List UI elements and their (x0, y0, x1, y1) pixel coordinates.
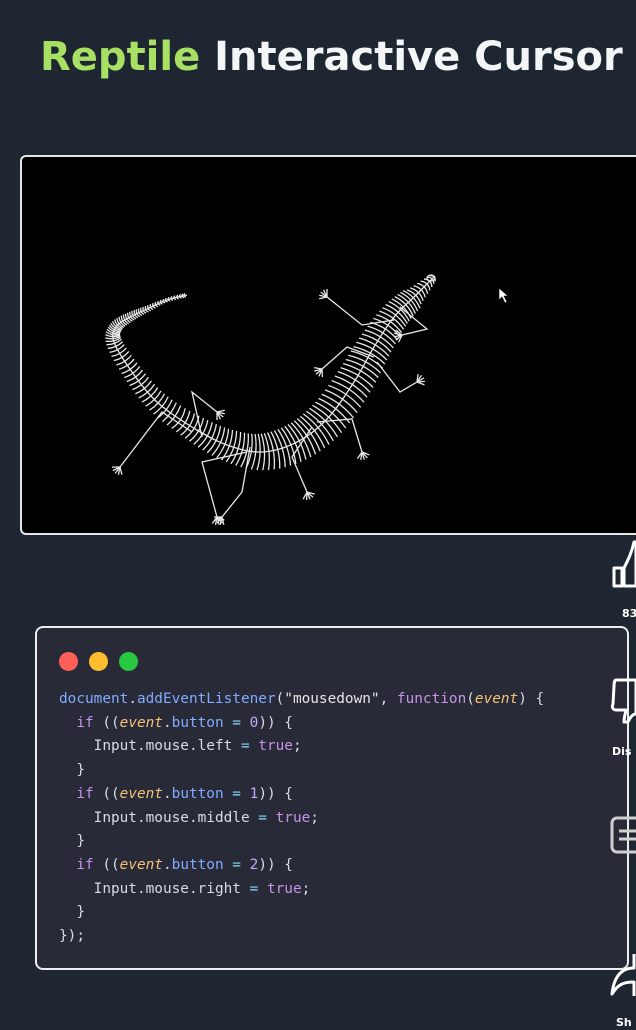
code-token: addEventListener (136, 691, 276, 707)
code-line: }); (59, 928, 85, 944)
dislike-label: Dis (612, 745, 632, 758)
window-controls (59, 652, 138, 671)
code-token: = (223, 785, 250, 802)
share-icon (610, 954, 636, 996)
code-token: . (128, 691, 137, 707)
code-line: document.addEventListener("mousedown", f… (59, 691, 544, 707)
code-token: 1 (249, 785, 259, 802)
code-token: function (396, 691, 467, 707)
code-token: ( (466, 691, 475, 707)
code-token: )) { (258, 785, 293, 802)
code-token: Input.mouse.left (59, 738, 241, 755)
code-token: if (76, 785, 94, 802)
code-token: }); (59, 928, 85, 945)
code-token: (( (93, 785, 120, 802)
code-line: if ((event.button = 0)) { (59, 715, 293, 731)
leg (376, 361, 418, 393)
toe (416, 381, 425, 386)
code-line: Input.mouse.middle = true; (59, 810, 319, 826)
toe (314, 366, 323, 370)
code-token: true (266, 880, 302, 897)
code-token: = (240, 738, 250, 755)
reptile-skeleton (105, 274, 509, 525)
leg (221, 446, 251, 518)
like-count: 83 (622, 607, 636, 620)
code-token: "mousedown" (284, 691, 380, 707)
code-token: ; (310, 809, 319, 826)
code-token: = (249, 880, 259, 897)
code-token: (( (93, 856, 120, 873)
code-line: } (59, 762, 85, 778)
cursor-icon (498, 287, 509, 304)
title-rest: Interactive Cursor (200, 34, 623, 80)
share-button[interactable] (608, 950, 636, 1000)
code-token: 0 (249, 714, 259, 731)
code-token: . (162, 714, 172, 731)
reptile-demo-canvas[interactable] (20, 155, 636, 535)
code-token: = (258, 809, 267, 826)
code-token: if (76, 856, 94, 873)
code-token: button (171, 785, 224, 802)
code-token: } (59, 833, 85, 850)
leg (201, 451, 248, 518)
code-token: button (171, 856, 224, 873)
code-token: } (59, 904, 85, 921)
page-title: Reptile Interactive Cursor (40, 30, 623, 84)
comments-button[interactable] (610, 815, 636, 857)
code-token: = (223, 714, 250, 731)
code-token: } (59, 762, 85, 779)
thumbs-up-icon (612, 540, 636, 588)
code-token: )) { (258, 856, 293, 873)
like-button[interactable] (610, 538, 636, 588)
code-token: . (162, 856, 172, 873)
title-accent: Reptile (40, 34, 201, 80)
code-block: document.addEventListener("mousedown", f… (59, 688, 544, 949)
code-token: event (119, 785, 163, 802)
dislike-button[interactable] (610, 676, 636, 724)
code-token: = (223, 856, 250, 873)
maximize-dot (119, 652, 138, 671)
code-line: Input.mouse.left = true; (59, 738, 302, 754)
code-token: Input.mouse.right (59, 880, 250, 897)
code-token: document (59, 691, 129, 707)
code-token: event (474, 691, 519, 707)
code-token: ( (275, 691, 285, 707)
thumbs-down-icon (610, 678, 636, 724)
leg (326, 296, 395, 326)
code-line: if ((event.button = 1)) { (59, 786, 293, 802)
code-token: ; (292, 738, 302, 755)
code-token: (( (93, 714, 120, 731)
code-token: true (258, 738, 293, 755)
code-token: . (162, 785, 172, 802)
minimize-dot (89, 652, 108, 671)
code-line: } (59, 904, 85, 920)
comment-icon (610, 816, 636, 854)
code-token: ) { (518, 691, 545, 707)
share-label: Sh (616, 1016, 632, 1029)
code-token: 2 (249, 856, 259, 873)
code-line: if ((event.button = 2)) { (59, 857, 293, 873)
code-token: ; (301, 880, 311, 897)
code-token: if (76, 714, 94, 731)
code-token: event (119, 714, 163, 731)
code-token: )) { (258, 714, 293, 731)
code-token: Input.mouse.middle (59, 809, 259, 826)
code-line: } (59, 833, 85, 849)
code-token: true (275, 809, 311, 826)
leg (399, 306, 429, 336)
close-dot (59, 652, 78, 671)
code-window: document.addEventListener("mousedown", f… (35, 626, 629, 970)
code-token: , (379, 691, 397, 707)
code-token: event (119, 856, 163, 873)
code-line: Input.mouse.right = true; (59, 880, 311, 897)
code-token: button (171, 714, 224, 731)
